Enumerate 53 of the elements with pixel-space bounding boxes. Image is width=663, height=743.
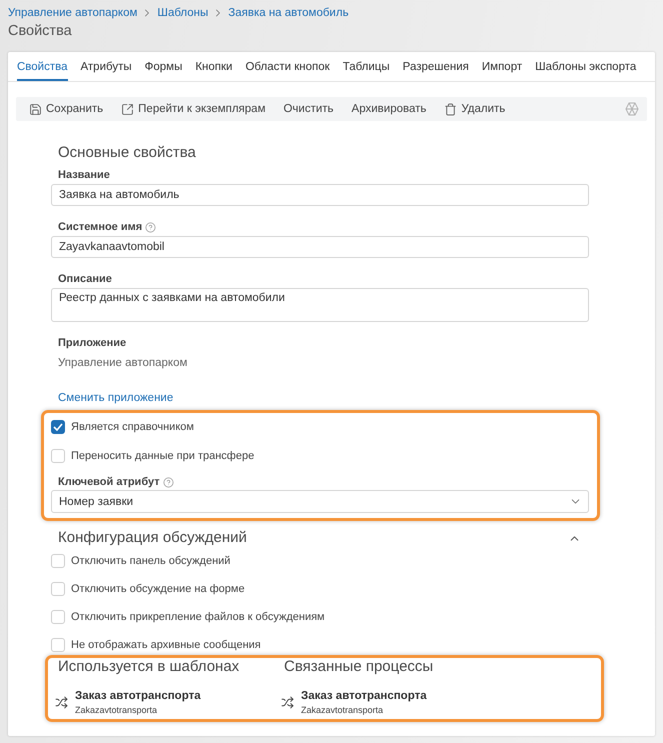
tab[interactable]: Области кнопок (245, 61, 330, 81)
tab[interactable]: Формы (144, 61, 182, 81)
breadcrumb-link[interactable]: Заявка на автомобиль (228, 5, 349, 21)
toolbar-button[interactable]: Удалить (435, 98, 514, 120)
trash-icon (444, 102, 458, 116)
breadcrumb-link[interactable]: Шаблоны (157, 5, 208, 21)
process-name[interactable]: Заказ автотранспорта (75, 689, 201, 704)
section-title: Основные свойства (57, 143, 197, 163)
input-field[interactable]: Zayavkanaavtomobil (51, 236, 589, 258)
shuffle-icon (55, 696, 68, 709)
system-name: Zakazavtotransporta (301, 704, 384, 716)
section-title: Используется в шаблонах (57, 658, 240, 676)
checkbox[interactable] (51, 420, 65, 434)
external-link-icon (121, 102, 134, 116)
field-label: Системное имя (58, 221, 142, 233)
field-label: Приложение (58, 337, 126, 349)
help-icon[interactable] (145, 222, 156, 232)
tab[interactable]: Кнопки (195, 61, 232, 81)
help-icon[interactable] (162, 476, 174, 488)
checkbox-label: Переносить данные при трансфере (71, 450, 254, 462)
checkbox-label: Не отображать архивные сообщения (71, 639, 261, 651)
process-name[interactable]: Заказ автотранспорта (301, 689, 427, 704)
input-field[interactable]: Заявка на автомобиль (51, 184, 589, 206)
checkbox-label: Отключить панель обсуждений (71, 555, 230, 567)
checkbox-label: Является справочником (71, 421, 194, 433)
field-label: Описание (58, 273, 112, 285)
toolbar-button[interactable]: Сохранить (20, 98, 112, 120)
field-label: Ключевой атрибут (58, 476, 160, 488)
save-icon (29, 102, 42, 116)
checkbox-label: Отключить прикрепление файлов к обсуждениям (71, 611, 325, 623)
tab[interactable]: Таблицы (342, 61, 390, 81)
change-app-link[interactable]: Сменить приложение (58, 390, 174, 406)
select-field[interactable]: Номер заявки (51, 490, 589, 513)
toolbar-button[interactable]: Очистить (274, 98, 343, 120)
shuffle-icon (281, 696, 294, 709)
breadcrumb-link[interactable]: Управление автопарком (8, 5, 138, 21)
textarea-field[interactable]: Реестр данных с заявками на автомобили (51, 288, 589, 322)
checkmark-icon (53, 423, 63, 431)
tab[interactable]: Разрешения (402, 61, 469, 81)
section-title: Конфигурация обсуждений (57, 528, 247, 548)
tab[interactable]: Шаблоны экспорта (535, 61, 636, 81)
field-label: Название (58, 169, 110, 181)
toolbar-button[interactable]: Перейти к экземплярам (112, 98, 274, 120)
toolbar-button[interactable]: Архивировать (342, 98, 436, 120)
checkbox-label: Отключить обсуждение на форме (71, 583, 245, 595)
section-title: Связанные процессы (283, 658, 434, 676)
tab[interactable]: Импорт (482, 61, 522, 81)
hexagon-icon[interactable] (625, 102, 639, 116)
field-value: Управление автопарком (57, 356, 188, 371)
tab[interactable]: Свойства (17, 61, 68, 81)
system-name: Zakazavtotransporta (75, 704, 158, 716)
tab[interactable]: Атрибуты (80, 61, 132, 81)
page-title: Свойства (8, 22, 73, 40)
